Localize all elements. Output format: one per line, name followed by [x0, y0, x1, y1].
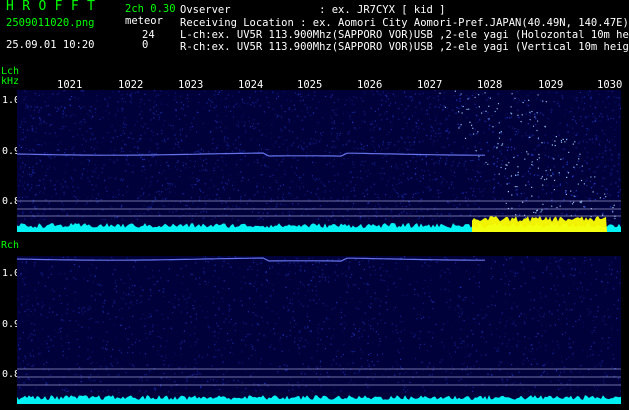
- noise-layer: [17, 256, 621, 394]
- rch-info: R-ch:ex. UV5R 113.900Mhz(SAPPORO VOR)USB…: [180, 41, 629, 53]
- lch-info: L-ch:ex. UV5R 113.900Mhz(SAPPORO VOR)USB…: [180, 29, 629, 41]
- carrier-line: [17, 257, 485, 262]
- rch-spectrogram: [17, 256, 621, 404]
- carrier-line: [17, 152, 485, 157]
- timestamp-label: 25.09.01 10:20: [6, 39, 95, 51]
- rch-label: Rch: [1, 240, 20, 251]
- lch-spectrogram: [17, 90, 621, 232]
- meteor-label: meteor: [125, 15, 163, 27]
- version-label: 2ch 0.30: [125, 3, 176, 15]
- app-logo: HROFFT: [6, 0, 104, 14]
- lch-spectrogram-canvas: [17, 90, 621, 232]
- observer-info: Ovserver : ex. JR7CYX [ kid ]: [180, 4, 446, 16]
- location-info: Receiving Location : ex. Aomori City Aom…: [180, 17, 629, 29]
- rch-spectrogram-canvas: [17, 256, 621, 404]
- meteor-count-rch: 0: [142, 39, 149, 51]
- filename-label: 2509011020.png: [6, 17, 95, 29]
- noise-floor: [17, 395, 621, 404]
- meteor-echo-highlight: [472, 216, 607, 232]
- lch-unit: kHz: [1, 76, 20, 87]
